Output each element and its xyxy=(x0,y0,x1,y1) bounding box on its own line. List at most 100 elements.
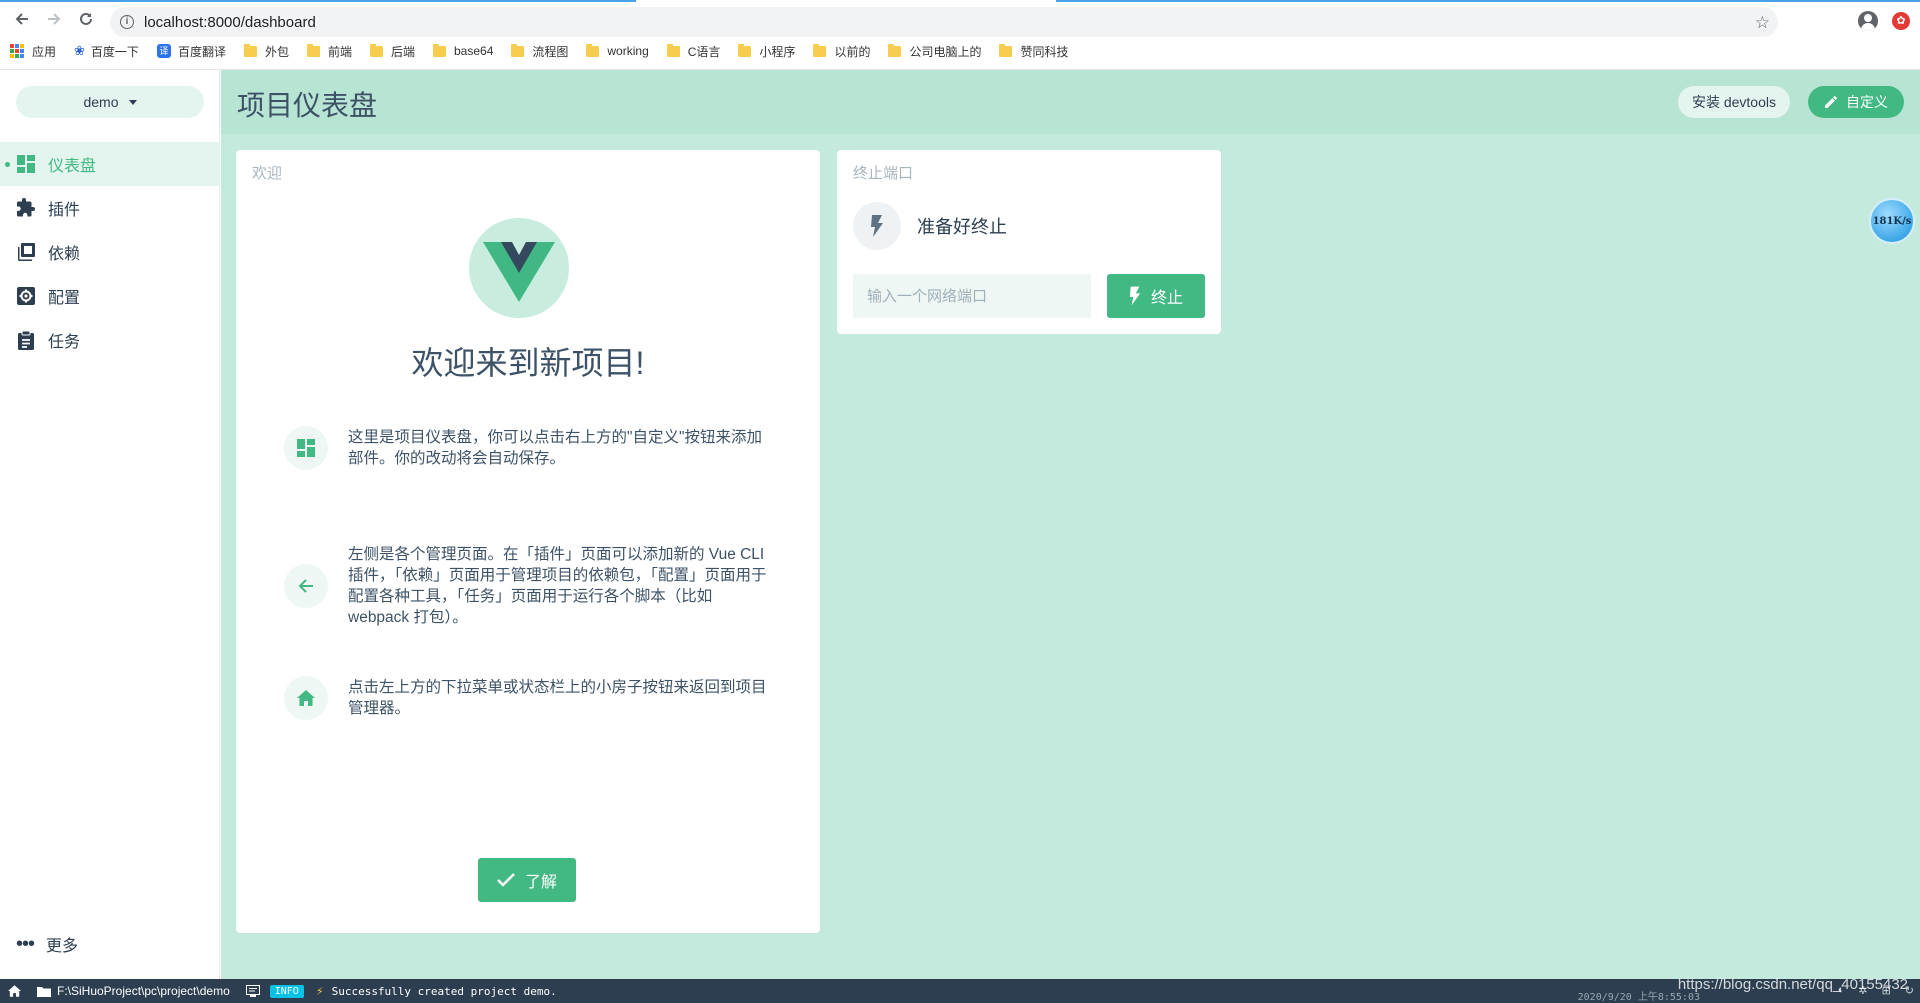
bookmark-folder[interactable]: 流程图 xyxy=(511,43,568,60)
bookmark-star-icon[interactable]: ☆ xyxy=(1755,13,1770,33)
folder-icon xyxy=(433,43,446,57)
kill-port-status-text: 准备好终止 xyxy=(917,217,1007,237)
port-input[interactable] xyxy=(853,274,1091,318)
console-icon xyxy=(245,985,260,997)
puzzle-icon xyxy=(16,198,36,218)
flash-icon xyxy=(1129,286,1141,306)
sidebar-item-dependencies[interactable]: 依赖 xyxy=(0,230,220,274)
console-log-button[interactable]: INFO ⚡ Successfully created project demo… xyxy=(238,979,565,1003)
bookmark-baidu-translate[interactable]: 译 百度翻译 xyxy=(156,43,226,60)
sidebar-item-label: 插件 xyxy=(48,202,81,219)
assignment-icon xyxy=(16,330,36,350)
sidebar: demo 仪表盘 插件 依赖 配置 任务 ••• 更多 xyxy=(0,70,220,979)
got-it-button[interactable]: 了解 xyxy=(478,858,576,902)
browser-toolbar: i localhost:8000/dashboard ☆ ✿ 应用 ❀ 百度一下… xyxy=(0,0,1920,70)
status-bar: F:\SiHuoProject\pc\project\demo INFO ⚡ S… xyxy=(0,976,1920,1003)
project-name: demo xyxy=(83,94,119,110)
sidebar-item-configuration[interactable]: 配置 xyxy=(0,274,220,318)
folder-icon xyxy=(243,43,257,57)
more-label: 更多 xyxy=(46,938,79,955)
bookmark-folder[interactable]: 小程序 xyxy=(738,43,795,60)
lightning-icon: ⚡ xyxy=(315,985,324,998)
arrow-left-icon xyxy=(284,564,328,608)
tip-home: 点击左上方的下拉菜单或状态栏上的小房子按钮来返回到项目管理器。 xyxy=(284,676,774,720)
install-devtools-button[interactable]: 安装 devtools xyxy=(1677,86,1790,118)
more-menu[interactable]: ••• 更多 xyxy=(16,932,78,956)
welcome-widget-title: 欢迎 xyxy=(252,165,283,182)
dashboard-icon xyxy=(284,426,328,470)
vue-logo xyxy=(469,218,569,318)
reload-icon[interactable] xyxy=(70,4,102,34)
folder-icon xyxy=(888,43,902,57)
check-icon xyxy=(497,873,515,887)
kill-port-button[interactable]: 终止 xyxy=(1107,274,1205,318)
forward-icon[interactable] xyxy=(38,4,70,34)
bookmark-folder[interactable]: 赞同科技 xyxy=(999,43,1068,60)
customize-label: 自定义 xyxy=(1846,94,1888,110)
home-button[interactable] xyxy=(0,979,29,1003)
address-bar[interactable]: i localhost:8000/dashboard ☆ xyxy=(110,7,1778,37)
tip-pages: 左侧是各个管理页面。在「插件」页面可以添加新的 Vue CLI 插件，「依赖」页… xyxy=(284,544,774,628)
back-icon[interactable] xyxy=(6,4,38,34)
bookmark-folder[interactable]: C语言 xyxy=(666,43,720,60)
bookmark-apps[interactable]: 应用 xyxy=(10,43,56,60)
library-icon xyxy=(16,242,36,262)
bookmarks-bar: 应用 ❀ 百度一下 译 百度翻译 外包 前端 后端 base64 流程图 wor… xyxy=(10,41,1086,61)
sidebar-item-plugins[interactable]: 插件 xyxy=(0,186,220,230)
translate-icon: 译 xyxy=(156,44,171,58)
kill-port-widget: 终止端口 准备好终止 终止 xyxy=(837,150,1221,334)
bookmark-folder[interactable]: 外包 xyxy=(243,43,289,60)
sidebar-menu: 仪表盘 插件 依赖 配置 任务 xyxy=(0,142,220,362)
home-icon xyxy=(8,985,21,997)
bookmark-baidu[interactable]: ❀ 百度一下 xyxy=(74,43,139,60)
bookmark-folder[interactable]: 前端 xyxy=(306,43,352,60)
page-header: 项目仪表盘 安装 devtools 自定义 xyxy=(221,70,1920,134)
welcome-widget: 欢迎 欢迎来到新项目! 这里是项目仪表盘，你可以点击右上方的"自定义"按钮来添加… xyxy=(236,150,820,933)
folder-icon xyxy=(586,43,600,57)
folder-icon xyxy=(999,43,1013,57)
url-text: localhost:8000/dashboard xyxy=(144,13,316,31)
folder-icon xyxy=(666,43,680,57)
extension-icon[interactable]: ✿ xyxy=(1892,12,1910,30)
kill-port-status: 准备好终止 xyxy=(853,202,1007,250)
tip-text: 左侧是各个管理页面。在「插件」页面可以添加新的 Vue CLI 插件，「依赖」页… xyxy=(348,546,767,626)
log-level-badge: INFO xyxy=(269,984,304,998)
log-message: Successfully created project demo. xyxy=(331,984,557,998)
loading-bar xyxy=(0,0,1920,2)
project-selector[interactable]: demo xyxy=(16,86,204,118)
folder-icon xyxy=(306,43,320,57)
bookmark-folder[interactable]: 以前的 xyxy=(813,43,870,60)
edit-icon xyxy=(1825,95,1838,108)
tip-text: 点击左上方的下拉菜单或状态栏上的小房子按钮来返回到项目管理器。 xyxy=(348,679,767,717)
flash-icon xyxy=(853,202,901,250)
sidebar-item-tasks[interactable]: 任务 xyxy=(0,318,220,362)
info-icon[interactable]: i xyxy=(120,15,134,29)
watermark: https://blog.csdn.net/qq_40155432 xyxy=(1677,976,1908,993)
bookmark-folder[interactable]: base64 xyxy=(433,43,493,58)
main-content: 项目仪表盘 安装 devtools 自定义 欢迎 欢迎来到新项目! 这里是项目仪… xyxy=(221,70,1920,979)
settings-icon xyxy=(16,286,36,306)
sidebar-item-label: 依赖 xyxy=(48,246,81,263)
sidebar-item-label: 任务 xyxy=(48,334,81,351)
bookmark-folder[interactable]: 公司电脑上的 xyxy=(888,43,981,60)
kill-port-widget-title: 终止端口 xyxy=(853,165,914,182)
profile-icon[interactable] xyxy=(1858,11,1878,31)
apps-icon xyxy=(10,44,24,58)
more-horiz-icon: ••• xyxy=(16,933,35,955)
baidu-paw-icon: ❀ xyxy=(74,43,85,58)
folder-icon xyxy=(738,43,752,57)
bookmark-folder[interactable]: 后端 xyxy=(369,43,415,60)
bookmark-folder[interactable]: working xyxy=(586,43,649,58)
caret-down-icon xyxy=(128,99,137,105)
folder-icon xyxy=(511,43,525,57)
got-it-label: 了解 xyxy=(524,874,557,891)
kill-port-label: 终止 xyxy=(1150,290,1183,307)
customize-button[interactable]: 自定义 xyxy=(1808,86,1904,118)
project-path-button[interactable]: F:\SiHuoProject\pc\project\demo xyxy=(29,979,238,1003)
sidebar-item-dashboard[interactable]: 仪表盘 xyxy=(0,142,220,186)
network-speed-widget[interactable]: 181K/s xyxy=(1869,198,1915,244)
tip-dashboard: 这里是项目仪表盘，你可以点击右上方的"自定义"按钮来添加部件。你的改动将会自动保… xyxy=(284,426,774,470)
project-path: F:\SiHuoProject\pc\project\demo xyxy=(57,984,230,998)
folder-icon xyxy=(37,986,51,997)
home-icon xyxy=(284,676,328,720)
